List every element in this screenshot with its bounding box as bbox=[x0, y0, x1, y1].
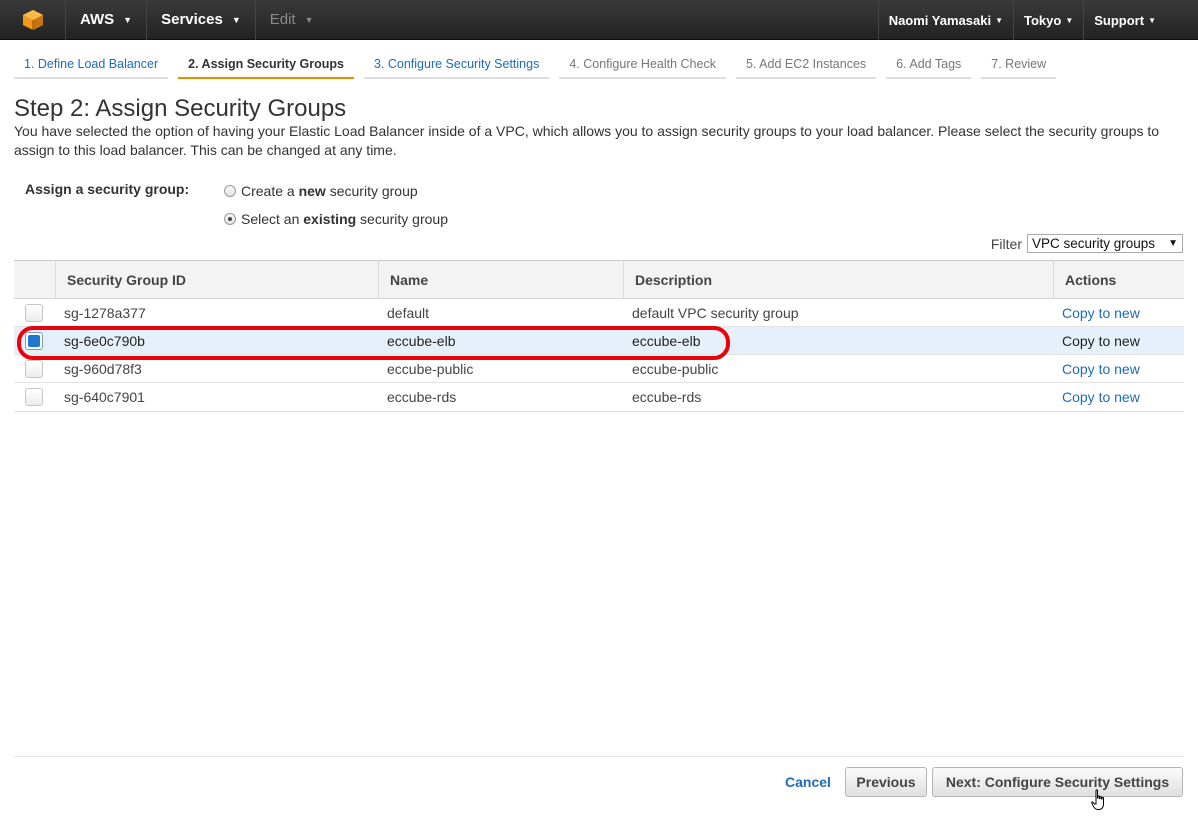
dropdown-arrow-icon: ▼ bbox=[1168, 238, 1178, 249]
aws-menu-label: AWS bbox=[80, 11, 115, 28]
row-checkbox-checked[interactable] bbox=[25, 331, 43, 350]
aws-menu[interactable]: AWS ▼ bbox=[66, 0, 148, 40]
radio-button-selected[interactable] bbox=[224, 213, 236, 225]
edit-menu-label: Edit bbox=[269, 11, 296, 28]
next-configure-security-settings-button[interactable]: Next: Configure Security Settings bbox=[932, 767, 1183, 797]
user-menu-label: Naomi Yamasaki bbox=[888, 12, 992, 28]
radio-create-new-security-group[interactable]: Create a new security group bbox=[224, 183, 418, 199]
page-intro: You have selected the option of having y… bbox=[14, 123, 1160, 158]
chevron-down-icon: ▼ bbox=[231, 14, 241, 25]
user-menu[interactable]: Naomi Yamasaki ▼ bbox=[877, 0, 1013, 40]
copy-to-new-link[interactable]: Copy to new bbox=[1053, 305, 1184, 321]
cell-description: default VPC security group bbox=[632, 304, 799, 321]
cancel-link[interactable]: Cancel bbox=[785, 774, 831, 790]
wizard-step-assign-security-groups[interactable]: 2. Assign Security Groups bbox=[178, 52, 354, 79]
chevron-down-icon: ▼ bbox=[304, 14, 314, 25]
previous-button[interactable]: Previous bbox=[845, 767, 927, 797]
page-title: Step 2: Assign Security Groups bbox=[14, 95, 347, 122]
wizard-step-configure-health-check[interactable]: 4. Configure Health Check bbox=[559, 52, 726, 79]
header-actions: Actions bbox=[1053, 261, 1184, 298]
copy-to-new-link[interactable]: Copy to new bbox=[1053, 389, 1184, 405]
cell-name: eccube-public bbox=[387, 360, 474, 377]
cell-name: eccube-elb bbox=[387, 332, 456, 349]
cell-security-group-id: sg-960d78f3 bbox=[64, 360, 142, 377]
header-security-group-id[interactable]: Security Group ID bbox=[55, 261, 378, 298]
header-select bbox=[14, 261, 55, 298]
assign-security-group-label: Assign a security group: bbox=[25, 181, 190, 197]
table-row-selected[interactable]: sg-6e0c790b eccube-elb eccube-elb Copy t… bbox=[14, 327, 1184, 355]
services-menu-label: Services bbox=[161, 11, 223, 28]
account-menus: Naomi Yamasaki ▼ Tokyo ▼ Support ▼ bbox=[877, 0, 1198, 40]
chevron-down-icon: ▼ bbox=[1148, 15, 1156, 25]
chevron-down-icon: ▼ bbox=[1065, 15, 1074, 25]
header-description[interactable]: Description bbox=[623, 261, 1053, 298]
table-row[interactable]: sg-640c7901 eccube-rds eccube-rds Copy t… bbox=[14, 383, 1184, 411]
edit-menu[interactable]: Edit ▼ bbox=[256, 0, 328, 40]
wizard-step-add-ec2-instances[interactable]: 5. Add EC2 Instances bbox=[735, 52, 877, 79]
services-menu[interactable]: Services ▼ bbox=[147, 0, 256, 40]
security-groups-table: Security Group ID Name Description Actio… bbox=[14, 260, 1184, 412]
wizard-step-define-load-balancer[interactable]: 1. Define Load Balancer bbox=[14, 52, 169, 79]
filter-select-value: VPC security groups bbox=[1032, 236, 1156, 251]
copy-to-new-link[interactable]: Copy to new bbox=[1053, 333, 1184, 349]
row-checkbox[interactable] bbox=[25, 388, 43, 406]
cell-description: eccube-elb bbox=[632, 332, 701, 349]
wizard-steps: 1. Define Load Balancer 2. Assign Securi… bbox=[14, 52, 1066, 79]
filter: Filter VPC security groups ▼ bbox=[991, 234, 1183, 253]
wizard-step-configure-security-settings[interactable]: 3. Configure Security Settings bbox=[363, 52, 550, 79]
row-checkbox[interactable] bbox=[25, 359, 43, 378]
row-checkbox[interactable] bbox=[25, 303, 43, 322]
radio-button[interactable] bbox=[224, 185, 236, 197]
copy-to-new-link[interactable]: Copy to new bbox=[1053, 361, 1184, 377]
region-menu[interactable]: Tokyo ▼ bbox=[1013, 0, 1083, 40]
wizard-step-add-tags[interactable]: 6. Add Tags bbox=[886, 52, 972, 79]
filter-label: Filter bbox=[990, 235, 1022, 252]
table-header: Security Group ID Name Description Actio… bbox=[14, 261, 1184, 299]
table-row[interactable]: sg-960d78f3 eccube-public eccube-public … bbox=[14, 355, 1184, 383]
chevron-down-icon: ▼ bbox=[995, 15, 1003, 25]
header-name[interactable]: Name bbox=[378, 261, 623, 298]
chevron-down-icon: ▼ bbox=[123, 14, 133, 25]
radio-label: Create a new security group bbox=[241, 183, 418, 199]
cell-name: eccube-rds bbox=[387, 389, 457, 405]
table-row[interactable]: sg-1278a377 default default VPC security… bbox=[14, 299, 1184, 327]
cell-description: eccube-rds bbox=[632, 389, 702, 405]
region-menu-label: Tokyo bbox=[1024, 12, 1062, 28]
cell-security-group-id: sg-640c7901 bbox=[64, 389, 145, 405]
wizard-step-review[interactable]: 7. Review bbox=[981, 52, 1057, 79]
cell-name: default bbox=[387, 304, 430, 321]
top-navigation-bar: AWS ▼ Services ▼ Edit ▼ Naomi Yamasaki ▼… bbox=[0, 0, 1198, 40]
support-menu[interactable]: Support ▼ bbox=[1083, 0, 1198, 40]
cell-description: eccube-public bbox=[632, 360, 719, 377]
footer-divider bbox=[14, 756, 1184, 757]
radio-label: Select an existing security group bbox=[241, 211, 448, 227]
aws-logo-icon[interactable] bbox=[0, 0, 66, 40]
cell-security-group-id: sg-1278a377 bbox=[64, 304, 146, 321]
filter-select[interactable]: VPC security groups ▼ bbox=[1027, 234, 1183, 253]
radio-select-existing-security-group[interactable]: Select an existing security group bbox=[224, 211, 448, 227]
cell-security-group-id: sg-6e0c790b bbox=[64, 332, 145, 349]
support-menu-label: Support bbox=[1094, 12, 1145, 28]
